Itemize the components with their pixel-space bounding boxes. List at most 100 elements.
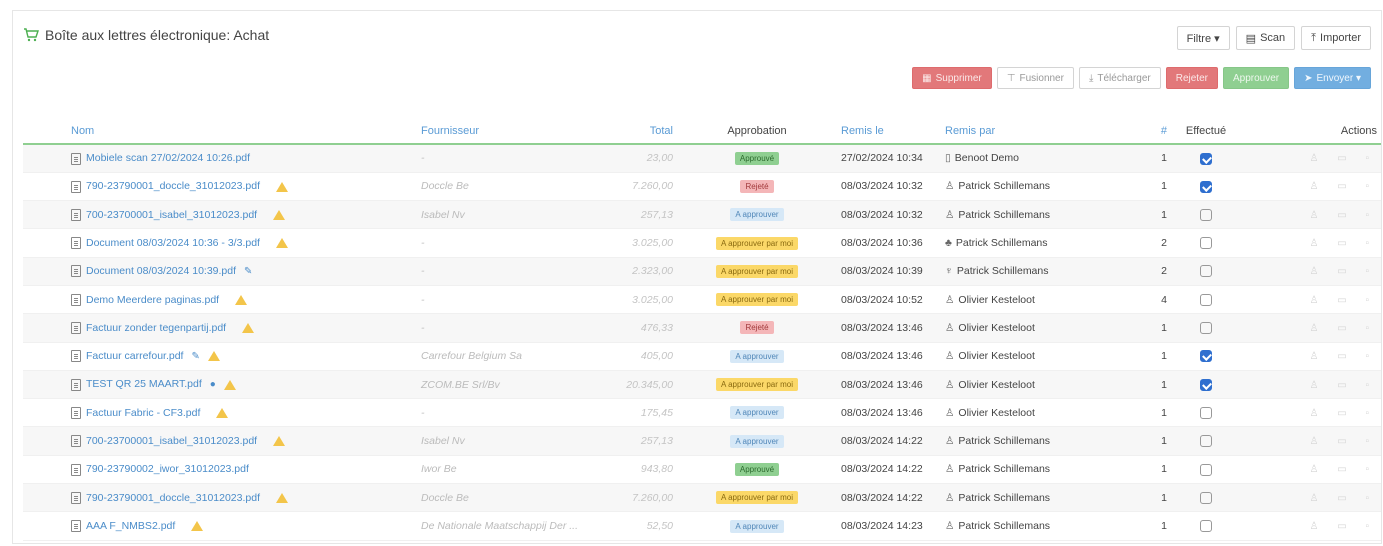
row-select-cell[interactable] [23,342,67,371]
scan-button[interactable]: ▤ Scan [1235,26,1296,50]
table-row[interactable]: 700-23700001_isabel_31012023.pdf Isabel N… [23,426,1381,456]
column-header-total[interactable]: Total [577,119,677,145]
note-icon[interactable]: ✎ [191,351,199,362]
table-row[interactable]: 790-23790001_doccle_31012023.pdf Doccle B… [23,172,1381,202]
row-action-icons[interactable]: ♙ ▭ ▫ [1309,295,1377,306]
supplier-cell: - [417,398,577,428]
row-action-icons[interactable]: ♙ ▭ ▫ [1309,210,1377,221]
row-select-cell[interactable] [23,426,67,456]
approve-button[interactable]: Approuver [1222,67,1290,89]
document-link[interactable]: TEST QR 25 MAART.pdf [86,378,202,390]
row-select-cell[interactable] [23,370,67,400]
document-link[interactable]: 700-23700001_isabel_31012023.pdf [86,209,257,221]
send-button[interactable]: ➤ Envoyer ▾ [1294,67,1371,89]
column-header-count[interactable]: # [1121,119,1171,145]
document-icon [71,463,81,476]
row-action-icons[interactable]: ♙ ▭ ▫ [1309,266,1377,277]
document-link[interactable]: 790-23790002_iwor_31012023.pdf [86,463,249,475]
table-row[interactable]: 700-23700001_isabel_31012023.pdf Isabel N… [23,200,1381,230]
row-select-cell[interactable] [23,257,67,286]
table-row[interactable]: Demo Meerdere paginas.pdf -3.025,00 A appr… [23,285,1381,315]
note-icon[interactable]: ● [210,379,216,390]
row-select-cell[interactable] [23,483,67,513]
table-row[interactable]: Factuur zonder tegenpartij.pdf -476,33 Rej… [23,313,1381,343]
total-cell: 257,13 [577,200,677,230]
import-button[interactable]: ⤒ Importer [1301,26,1371,50]
table-row[interactable]: Document 08/03/2024 10:36 - 3/3.pdf -3.02… [23,228,1381,258]
row-action-icons[interactable]: ♙ ▭ ▫ [1309,464,1377,475]
document-link[interactable]: Mobiele scan 27/02/2024 10:26.pdf [86,152,250,164]
done-checkbox[interactable] [1200,463,1212,476]
name-cell: Mobiele scan 27/02/2024 10:26.pdf [67,144,417,173]
row-action-icons[interactable]: ♙ ▭ ▫ [1309,408,1377,419]
row-action-icons[interactable]: ♙ ▭ ▫ [1309,521,1377,532]
done-checkbox[interactable] [1200,520,1212,533]
download-button[interactable]: ⤓ Télécharger [1078,67,1161,89]
document-link[interactable]: Factuur zonder tegenpartij.pdf [86,322,226,334]
done-checkbox[interactable] [1200,435,1212,448]
row-select-cell[interactable] [23,313,67,343]
column-header-submitted-by[interactable]: Remis par [941,119,1121,145]
column-header-supplier[interactable]: Fournisseur [417,119,577,145]
document-link[interactable]: 790-23790001_doccle_31012023.pdf [86,180,260,192]
actions-cell: ♙ ▭ ▫ [1241,313,1381,343]
done-checkbox[interactable] [1200,152,1212,165]
row-action-icons[interactable]: ♙ ▭ ▫ [1309,238,1377,249]
row-select-cell[interactable] [23,285,67,315]
document-link[interactable]: 790-23790001_doccle_31012023.pdf [86,492,260,504]
scanner-icon: ▤ [1245,32,1257,45]
reject-button[interactable]: Rejeter [1165,67,1218,89]
row-select-cell[interactable] [23,200,67,230]
row-action-icons[interactable]: ♙ ▭ ▫ [1309,153,1377,164]
row-select-cell[interactable] [23,144,67,173]
merge-button[interactable]: ⊤ Fusionner [996,67,1074,89]
submitted-on-cell: 08/03/2024 13:46 [837,313,941,343]
done-checkbox[interactable] [1200,180,1212,193]
row-action-icons[interactable]: ♙ ▭ ▫ [1309,493,1377,504]
total-cell: 2.323,00 [577,257,677,286]
table-row[interactable]: Mobiele scan 27/02/2024 10:26.pdf -23,00 A… [23,144,1381,173]
done-checkbox[interactable] [1200,350,1212,363]
filter-button[interactable]: Filtre ▾ [1176,26,1230,50]
done-checkbox[interactable] [1200,322,1212,335]
done-checkbox[interactable] [1200,265,1212,278]
warning-icon [216,407,229,418]
table-row[interactable]: Document 08/03/2024 10:39.pdf ✎ -2.323,00 A… [23,257,1381,286]
document-link[interactable]: Document 08/03/2024 10:39.pdf [86,265,236,277]
table-row[interactable]: 790-23790001_doccle_31012023.pdf Doccle B… [23,483,1381,513]
done-checkbox[interactable] [1200,293,1212,306]
table-row[interactable]: Factuur carrefour.pdf ✎ Carrefour Belgium … [23,342,1381,371]
table-row[interactable]: 790-23790002_iwor_31012023.pdf Iwor Be 943… [23,455,1381,485]
row-select-cell[interactable] [23,228,67,258]
done-checkbox[interactable] [1200,406,1212,419]
row-action-icons[interactable]: ♙ ▭ ▫ [1309,436,1377,447]
column-header-name[interactable]: Nom [67,119,417,145]
row-select-cell[interactable] [23,455,67,485]
row-action-icons[interactable]: ♙ ▭ ▫ [1309,323,1377,334]
row-action-icons[interactable]: ♙ ▭ ▫ [1309,181,1377,192]
document-link[interactable]: Factuur carrefour.pdf [86,350,183,362]
column-header-approval[interactable]: Approbation [677,119,837,145]
document-link[interactable]: Document 08/03/2024 10:36 - 3/3.pdf [86,237,260,249]
row-select-cell[interactable] [23,511,67,541]
row-select-cell[interactable] [23,398,67,428]
done-checkbox[interactable] [1200,208,1212,221]
done-checkbox[interactable] [1200,378,1212,391]
document-link[interactable]: AAA F_NMBS2.pdf [86,520,175,532]
document-link[interactable]: Factuur Fabric - CF3.pdf [86,407,200,419]
document-link[interactable]: Demo Meerdere paginas.pdf [86,294,219,306]
status-badge: A approuver [730,349,784,363]
row-action-icons[interactable]: ♙ ▭ ▫ [1309,380,1377,391]
warning-icon [275,238,288,249]
table-row[interactable]: Factuur Fabric - CF3.pdf -175,45 A approuv… [23,398,1381,428]
column-header-submitted-on[interactable]: Remis le [837,119,941,145]
done-checkbox[interactable] [1200,491,1212,504]
done-checkbox[interactable] [1200,237,1212,250]
table-row[interactable]: AAA F_NMBS2.pdf De Nationale Maatschappij… [23,511,1381,541]
row-action-icons[interactable]: ♙ ▭ ▫ [1309,351,1377,362]
note-icon[interactable]: ✎ [244,266,252,277]
delete-button[interactable]: ▦ Supprimer [912,67,992,89]
document-link[interactable]: 700-23700001_isabel_31012023.pdf [86,435,257,447]
row-select-cell[interactable] [23,172,67,202]
table-row[interactable]: TEST QR 25 MAART.pdf ● ZCOM.BE Srl/Bv 20.34… [23,370,1381,400]
